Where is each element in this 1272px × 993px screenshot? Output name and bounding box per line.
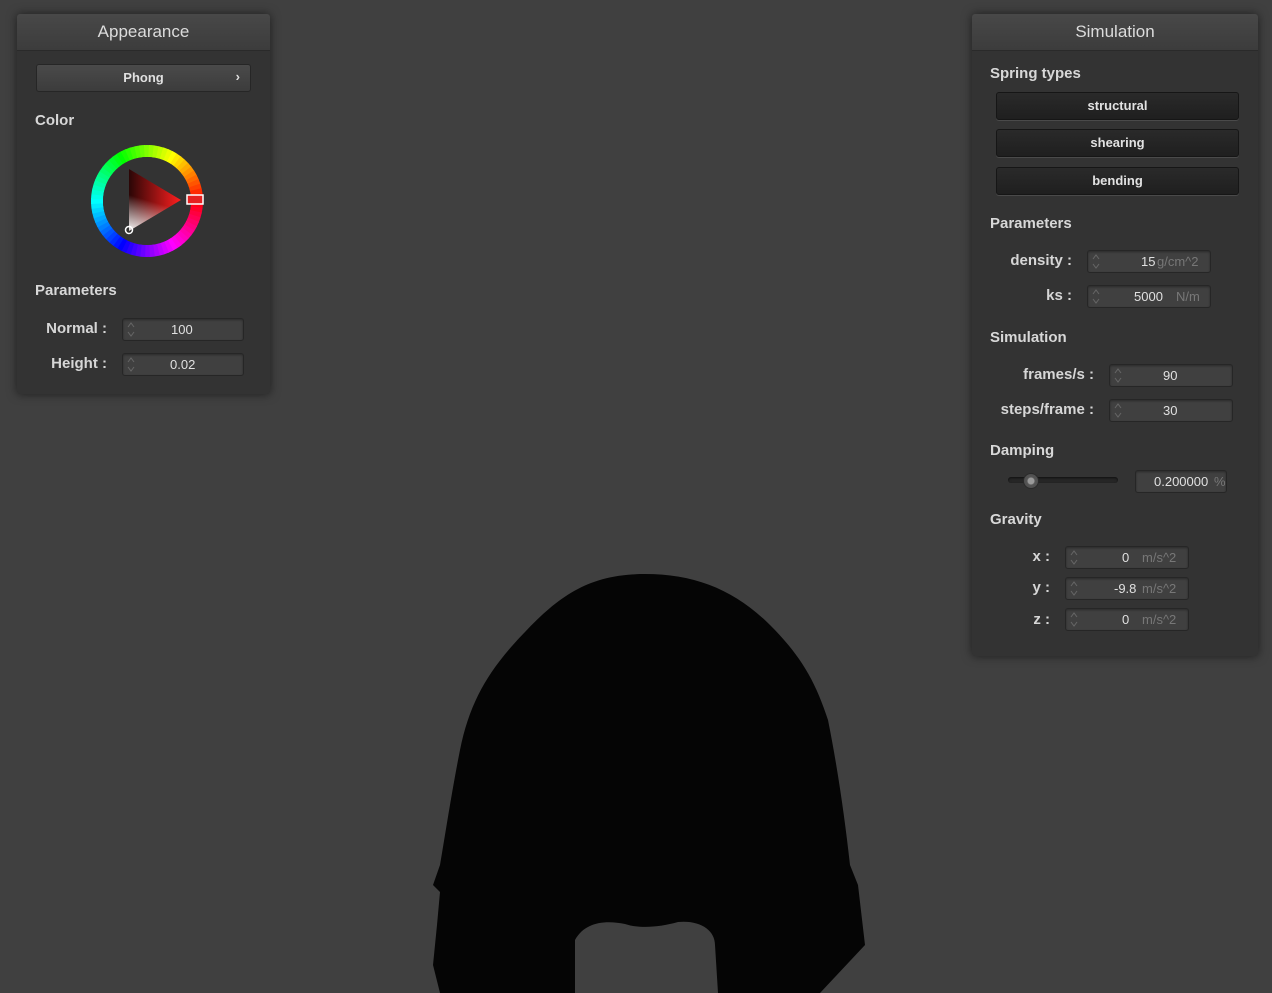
color-wheel[interactable] — [89, 143, 209, 263]
damping-input[interactable]: 0.200000 % — [1135, 470, 1227, 493]
gravity-x-value: 0 — [1122, 550, 1130, 565]
hue-handle[interactable] — [186, 194, 204, 205]
bending-button[interactable]: bending — [996, 167, 1239, 195]
spinner-icon[interactable] — [127, 356, 135, 373]
gravity-z-value: 0 — [1122, 612, 1130, 627]
spinner-icon[interactable] — [1092, 253, 1100, 270]
appearance-params-label: Parameters — [35, 282, 117, 299]
shearing-button[interactable]: shearing — [996, 129, 1239, 157]
gravity-y-input[interactable]: -9.8 m/s^2 — [1065, 577, 1189, 600]
spinner-icon[interactable] — [127, 321, 135, 338]
density-value: 15 — [1141, 254, 1156, 269]
gravity-x-unit: m/s^2 — [1142, 550, 1177, 565]
steps-label: steps/frame : — [1000, 401, 1094, 418]
gravity-label: Gravity — [990, 511, 1042, 528]
ks-input[interactable]: 5000 N/m — [1087, 285, 1211, 308]
height-label: Height : — [51, 355, 107, 372]
ks-label: ks : — [1046, 287, 1072, 304]
simulation-section-label: Simulation — [990, 329, 1067, 346]
simulation-title: Simulation — [972, 14, 1258, 51]
color-label: Color — [35, 112, 75, 129]
spinner-icon[interactable] — [1070, 580, 1078, 597]
shader-dropdown-value: Phong — [123, 70, 164, 85]
gravity-y-unit: m/s^2 — [1142, 581, 1177, 596]
structural-button[interactable]: structural — [996, 92, 1239, 120]
height-value: 0.02 — [170, 357, 196, 372]
frames-value: 90 — [1163, 368, 1178, 383]
appearance-title: Appearance — [17, 14, 270, 51]
gravity-z-unit: m/s^2 — [1142, 612, 1177, 627]
damping-slider[interactable] — [1008, 473, 1118, 489]
shader-dropdown[interactable]: Phong › — [36, 64, 251, 92]
damping-label: Damping — [990, 442, 1055, 459]
normal-value: 100 — [171, 322, 193, 337]
spinner-icon[interactable] — [1114, 367, 1122, 384]
gravity-z-input[interactable]: 0 m/s^2 — [1065, 608, 1189, 631]
ks-unit: N/m — [1176, 289, 1200, 304]
steps-value: 30 — [1163, 403, 1178, 418]
spinner-icon[interactable] — [1070, 611, 1078, 628]
slider-knob[interactable] — [1023, 473, 1039, 489]
density-input[interactable]: 15 g/cm^2 — [1087, 250, 1211, 273]
frames-input[interactable]: 90 — [1109, 364, 1233, 387]
damping-value: 0.200000 — [1154, 474, 1209, 489]
frames-label: frames/s : — [1023, 366, 1094, 383]
density-label: density : — [1010, 252, 1072, 269]
steps-input[interactable]: 30 — [1109, 399, 1233, 422]
gravity-x-label: x : — [1032, 548, 1050, 565]
sim-parameters-label: Parameters — [990, 215, 1072, 232]
appearance-panel: Appearance Phong › Color Parameters Norm… — [17, 14, 270, 394]
gravity-y-label: y : — [1032, 579, 1050, 596]
height-input[interactable]: 0.02 — [122, 353, 244, 376]
gravity-z-label: z : — [1033, 611, 1050, 628]
spinner-icon[interactable] — [1114, 402, 1122, 419]
normal-label: Normal : — [46, 320, 107, 337]
gravity-y-value: -9.8 — [1114, 581, 1137, 596]
spinner-icon[interactable] — [1092, 288, 1100, 305]
spinner-icon[interactable] — [1070, 549, 1078, 566]
chevron-right-icon: › — [235, 69, 240, 84]
normal-input[interactable]: 100 — [122, 318, 244, 341]
spring-types-label: Spring types — [990, 65, 1081, 82]
density-unit: g/cm^2 — [1157, 254, 1199, 269]
gravity-x-input[interactable]: 0 m/s^2 — [1065, 546, 1189, 569]
simulation-panel: Simulation Spring types structural shear… — [972, 14, 1258, 656]
ks-value: 5000 — [1134, 289, 1163, 304]
damping-unit: % — [1214, 474, 1226, 489]
